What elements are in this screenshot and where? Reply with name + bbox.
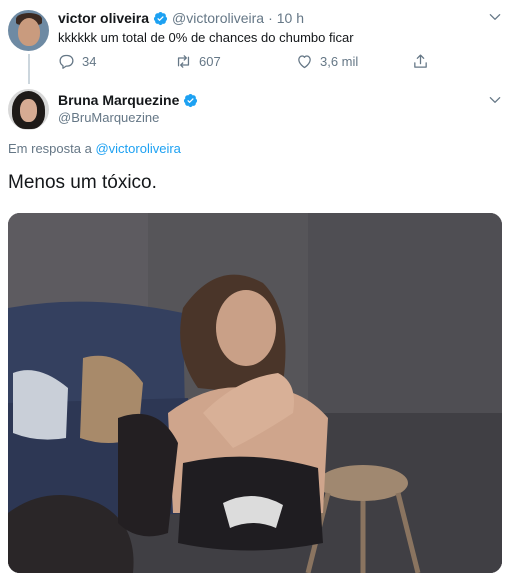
thread-connector — [28, 54, 30, 84]
chevron-down-icon[interactable] — [488, 10, 502, 24]
retweet-button[interactable]: 607 — [175, 53, 221, 70]
avatar-face — [18, 18, 40, 46]
share-button[interactable] — [412, 53, 436, 70]
author-name[interactable]: Bruna Marquezine — [58, 92, 179, 108]
tweet-header: victor oliveira @victoroliveira · 10 h — [58, 10, 304, 26]
separator: · — [268, 10, 273, 26]
verified-badge-icon — [184, 93, 198, 107]
avatar[interactable] — [8, 89, 49, 130]
reply-icon — [59, 54, 74, 69]
like-button[interactable]: 3,6 mil — [296, 53, 358, 70]
reply-prefix: Em resposta a — [8, 141, 92, 156]
reply-count: 34 — [82, 54, 97, 69]
author-handle[interactable]: @BruMarquezine — [58, 110, 159, 125]
verified-badge-icon — [153, 11, 168, 25]
author-name[interactable]: victor oliveira — [58, 10, 149, 26]
tweet-media-gif[interactable] — [8, 213, 502, 573]
timestamp[interactable]: 10 h — [277, 10, 304, 26]
chevron-down-icon[interactable] — [488, 93, 502, 107]
reply-context: Em resposta a @victoroliveira — [8, 141, 181, 156]
tweet-header: Bruna Marquezine — [58, 92, 202, 108]
reply-tweet[interactable]: victor oliveira @victoroliveira · 10 h k… — [0, 0, 508, 84]
retweet-icon — [177, 55, 190, 68]
share-icon — [414, 54, 427, 68]
reply-button[interactable]: 34 — [58, 53, 96, 70]
heart-icon — [298, 55, 311, 69]
media-image — [8, 213, 502, 573]
author-handle[interactable]: @victoroliveira — [172, 10, 264, 26]
retweet-count: 607 — [199, 54, 221, 69]
tweet-actions: 34 607 3,6 mil — [58, 53, 438, 73]
tweet-text: Menos um tóxico. — [8, 172, 157, 193]
avatar-face — [20, 99, 37, 122]
reply-handle-link[interactable]: @victoroliveira — [95, 141, 180, 156]
avatar[interactable] — [8, 10, 49, 51]
like-count: 3,6 mil — [320, 54, 359, 69]
tweet-text: kkkkkk um total de 0% de chances do chum… — [58, 30, 354, 45]
